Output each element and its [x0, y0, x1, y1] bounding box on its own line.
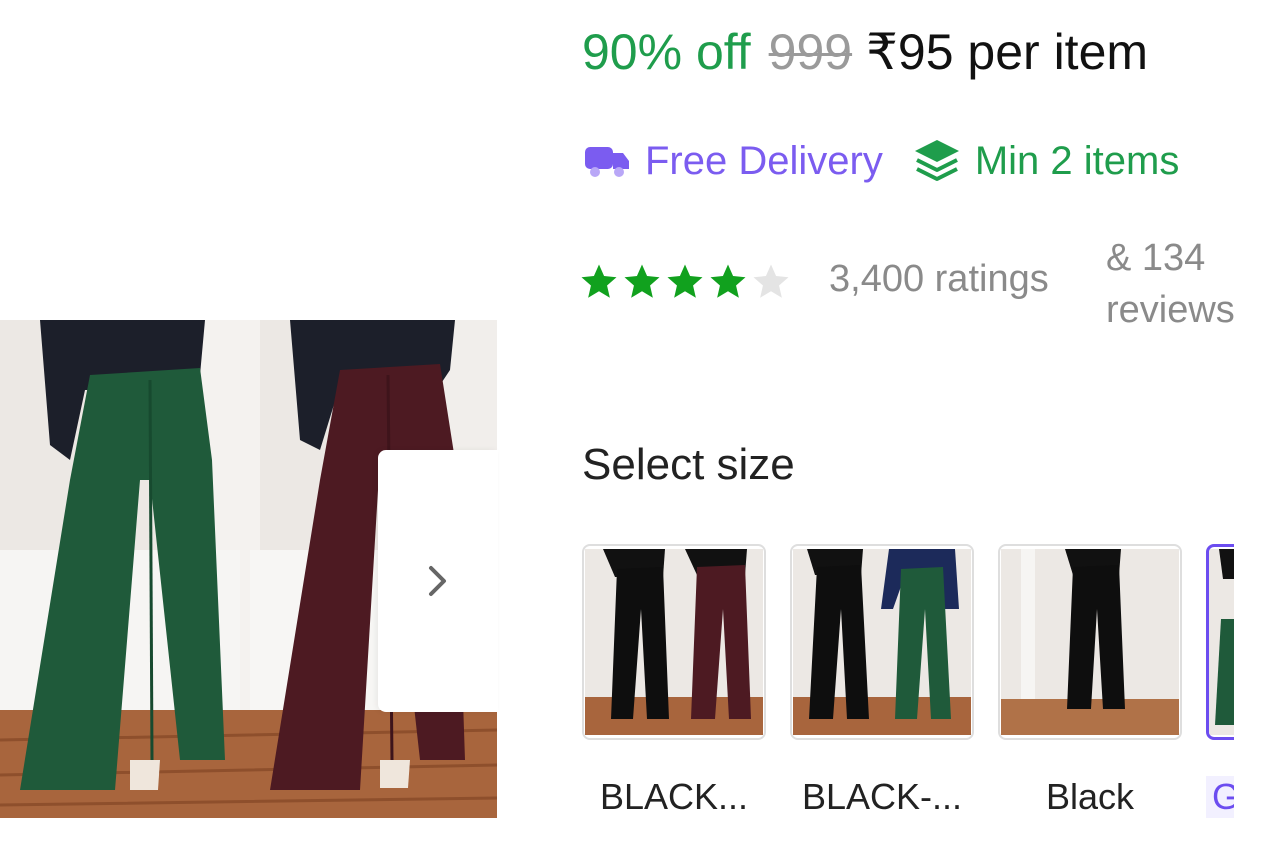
variant-option-1[interactable]: BLACK...	[582, 544, 766, 818]
variant-thumbnail	[790, 544, 974, 740]
star-filled-icon	[710, 264, 746, 298]
variant-thumbnail	[1206, 544, 1234, 740]
variant-label: BLACK-...	[801, 776, 963, 817]
chevron-right-icon	[429, 566, 446, 596]
free-delivery-label: Free Delivery	[645, 138, 883, 183]
star-filled-icon	[667, 264, 703, 298]
star-filled-icon	[624, 264, 660, 298]
price-row: 90% off 999 ₹95 per item	[582, 22, 1148, 82]
rating-stars	[578, 257, 793, 307]
variant-label: G	[1206, 776, 1234, 818]
variant-option-3[interactable]: Black	[998, 544, 1182, 818]
delivery-truck-icon	[585, 147, 629, 177]
select-size-title: Select size	[582, 440, 795, 489]
min-items-label: Min 2 items	[974, 138, 1180, 183]
star-filled-icon	[581, 264, 617, 298]
variant-option-2[interactable]: BLACK-...	[790, 544, 974, 818]
discount-label: 90% off	[582, 24, 751, 80]
variant-thumbnail	[582, 544, 766, 740]
mrp-price: 999	[768, 24, 853, 80]
free-delivery-badge: Free Delivery	[583, 139, 883, 184]
variant-thumbnail	[998, 544, 1182, 740]
variant-label: Black	[1045, 776, 1135, 817]
star-empty-icon	[753, 264, 789, 298]
variant-label: BLACK...	[599, 776, 749, 817]
stacked-layers-icon	[914, 140, 959, 181]
current-price: ₹95 per item	[866, 24, 1149, 80]
delivery-info-row: Free Delivery Min 2 items	[583, 134, 1179, 188]
next-image-button[interactable]	[378, 450, 498, 712]
variant-option-4-selected[interactable]: G	[1206, 544, 1234, 818]
ratings-count: 3,400 ratings	[829, 258, 1049, 300]
reviews-count[interactable]: & 134 reviews	[1106, 232, 1266, 336]
min-items-badge: Min 2 items	[913, 138, 1180, 184]
variant-list: BLACK... BLACK-... Black G	[580, 544, 1234, 834]
